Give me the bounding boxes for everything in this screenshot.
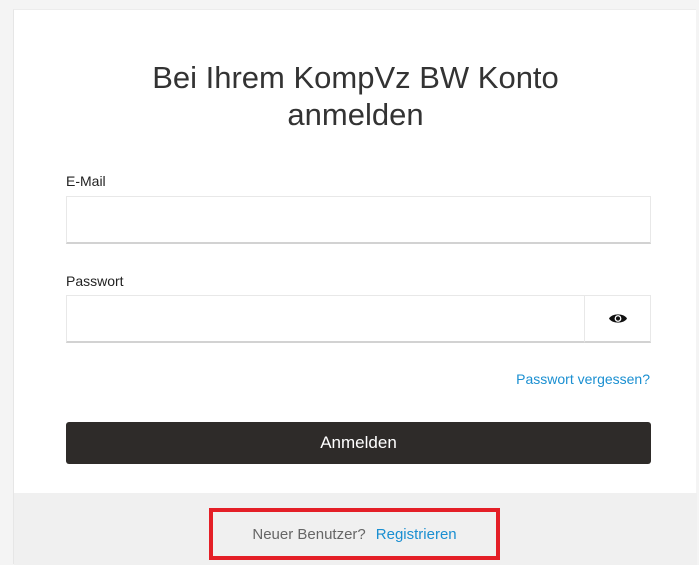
login-card: Bei Ihrem KompVz BW Konto anmelden E-Mai… bbox=[13, 9, 697, 565]
eye-icon bbox=[608, 314, 627, 323]
email-field[interactable] bbox=[66, 196, 651, 244]
password-label: Passwort bbox=[66, 273, 124, 289]
page-title-line-2: anmelden bbox=[287, 97, 424, 132]
new-user-text: Neuer Benutzer? bbox=[252, 525, 366, 543]
footer: Neuer Benutzer? Registrieren bbox=[14, 493, 697, 565]
password-field[interactable] bbox=[66, 295, 651, 343]
register-link[interactable]: Registrieren bbox=[376, 526, 457, 543]
login-button[interactable]: Anmelden bbox=[66, 422, 651, 464]
forgot-password-link[interactable]: Passwort vergessen? bbox=[516, 371, 650, 387]
email-label: E-Mail bbox=[66, 173, 106, 189]
show-password-button[interactable] bbox=[584, 295, 651, 343]
register-highlight-box: Neuer Benutzer? Registrieren bbox=[209, 508, 500, 560]
page-title: Bei Ihrem KompVz BW Konto anmelden bbox=[14, 59, 697, 133]
page-title-line-1: Bei Ihrem KompVz BW Konto bbox=[152, 60, 559, 95]
